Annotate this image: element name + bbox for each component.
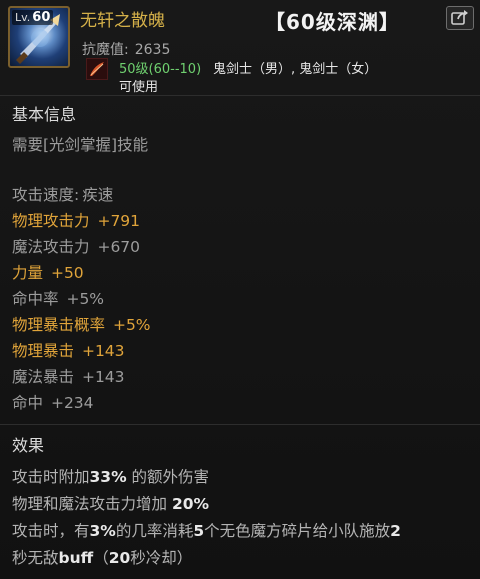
effect-line-3: 攻击时，有3%的几率消耗5个无色魔方碎片给小队施放2 [12, 519, 401, 541]
effect-line-2: 物理和魔法攻击力增加 20% [12, 492, 209, 514]
effect-text: 的额外伤害 [126, 468, 210, 486]
effect-text: 攻击时，有 [12, 522, 90, 540]
tooltip-header: Lv. 60 无轩之散魄 【60级深渊】 抗魔值: 2635 50级(60--10)… [0, 0, 480, 96]
effect-text: 攻击时附加 [12, 468, 90, 486]
effect-number: 3% [89, 522, 116, 540]
effect-line-1: 攻击时附加33% 的额外伤害 [12, 465, 209, 487]
item-tag: 【60级深渊】 [265, 10, 400, 34]
stat-physical-crit: 物理暴击 +143 [12, 339, 125, 361]
stat-label: 魔法暴击 [12, 368, 75, 386]
stat-physical-attack: 物理攻击力 +791 [12, 209, 140, 231]
sword-portrait-icon: Lv. 60 [8, 6, 70, 68]
effect-text: （ [93, 549, 109, 567]
stat-magic-attack: 魔法攻击力 +670 [12, 235, 140, 257]
stat-value: +5% [66, 290, 105, 308]
stat-label: 命中率 [12, 290, 59, 308]
stat-value: +791 [97, 212, 141, 230]
resist-value: 2635 [134, 42, 171, 58]
effect-number: 33% [89, 468, 127, 486]
stat-value: +50 [50, 264, 84, 282]
effect-text: 个无色魔方碎片给小队施放 [204, 522, 391, 540]
share-arrow-icon [451, 10, 468, 25]
stat-label: 魔法攻击力 [12, 238, 90, 256]
required-level: 50级(60--10) [119, 62, 202, 77]
stat-label: 命中 [12, 394, 44, 412]
stat-value: +5% [112, 316, 151, 334]
stat-physical-crit-chance: 物理暴击概率 +5% [12, 313, 151, 335]
stat-magic-crit: 魔法暴击 +143 [12, 365, 125, 387]
stat-hit: 命中 +234 [12, 391, 94, 413]
item-level: 60 [32, 10, 51, 25]
item-tooltip-panel: Lv. 60 无轩之散魄 【60级深渊】 抗魔值: 2635 50级(60--10)… [0, 0, 480, 579]
effect-line-4: 秒无敌buff（20秒冷却） [12, 546, 192, 568]
effect-title: 效果 [12, 436, 45, 455]
stat-value: +234 [50, 394, 94, 412]
effect-text: 秒冷却） [130, 549, 193, 567]
effect-buff-word: buff [58, 549, 94, 567]
effect-number: 5 [193, 522, 205, 540]
usable-status: 可使用 [119, 80, 159, 95]
required-class: 鬼剑士（男）, 鬼剑士（女） [213, 62, 378, 77]
stat-value: +670 [97, 238, 141, 256]
effect-number: 20 [108, 549, 131, 567]
basic-info-title: 基本信息 [12, 105, 77, 124]
stat-label: 力量 [12, 264, 44, 282]
effect-number: 2 [390, 522, 401, 540]
stat-attack-speed: 攻击速度: 疾速 [12, 183, 113, 205]
stat-value: 疾速 [82, 186, 114, 204]
skill-requirement: 需要[光剑掌握]技能 [12, 136, 149, 154]
effect-number: 20% [171, 495, 210, 513]
effect-text: 秒无敌 [12, 549, 59, 567]
stat-value: +143 [81, 368, 125, 386]
effect-text: 物理和魔法攻击力增加 [12, 495, 172, 513]
share-button[interactable] [446, 6, 474, 30]
effect-text: 的几率消耗 [115, 522, 194, 540]
level-badge: Lv. 60 [12, 10, 54, 25]
stat-label: 物理暴击概率 [12, 316, 106, 334]
item-name: 无轩之散魄 [80, 11, 165, 31]
stat-hit-rate: 命中率 +5% [12, 287, 104, 309]
stat-label: 物理暴击 [12, 342, 75, 360]
feather-wing-icon [86, 58, 108, 80]
resist-label: 抗魔值: [82, 42, 129, 58]
divider [0, 95, 480, 96]
divider [0, 424, 480, 425]
resist-stat: 抗魔值: 2635 [82, 39, 170, 59]
level-prefix: Lv. [15, 11, 31, 24]
stat-value: +143 [81, 342, 125, 360]
stat-label: 攻击速度: [12, 186, 80, 204]
stat-strength: 力量 +50 [12, 261, 84, 283]
stat-label: 物理攻击力 [12, 212, 90, 230]
